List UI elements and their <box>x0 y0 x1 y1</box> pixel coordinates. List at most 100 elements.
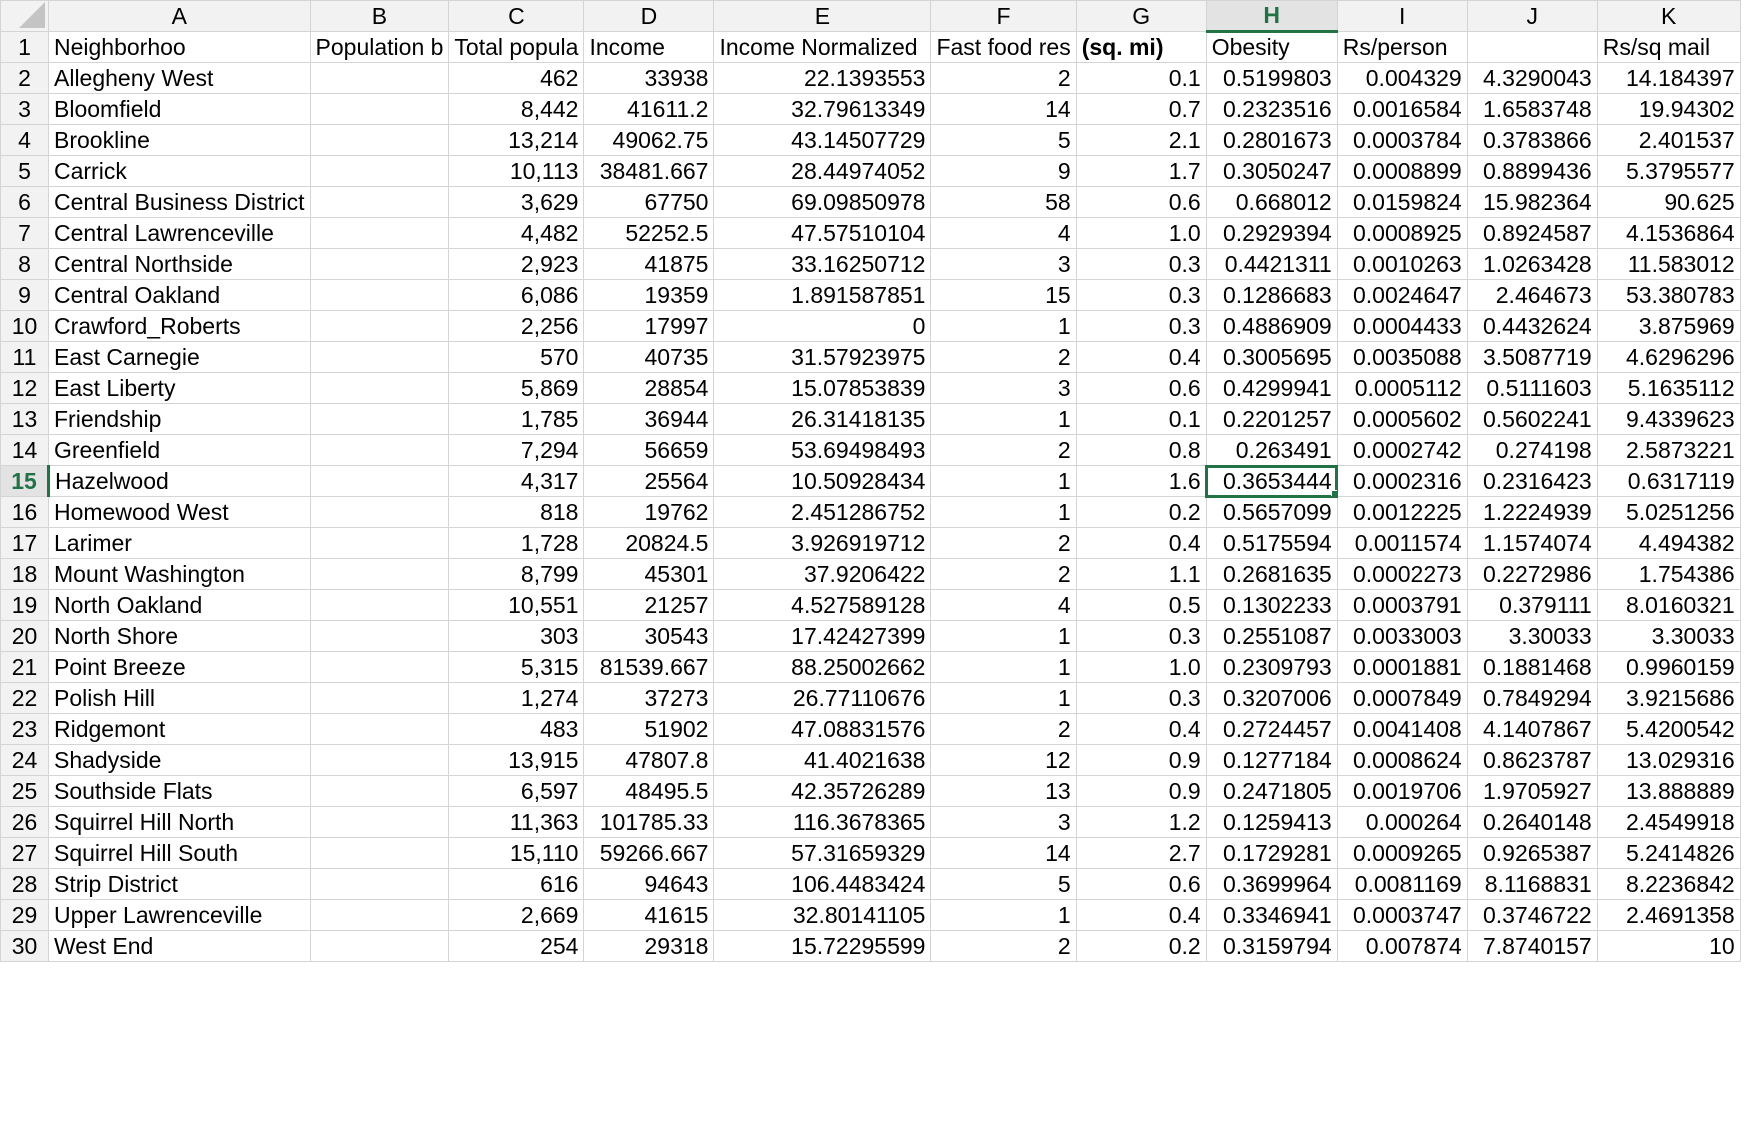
row-header-26[interactable]: 26 <box>0 806 49 838</box>
cell-b18[interactable] <box>310 558 450 590</box>
cell-k9[interactable]: 53.380783 <box>1596 279 1741 311</box>
cell-e11[interactable]: 31.57923975 <box>713 341 932 373</box>
cell-g2[interactable]: 0.1 <box>1075 62 1207 94</box>
cell-e20[interactable]: 17.42427399 <box>713 620 932 652</box>
cell-a11[interactable]: East Carnegie <box>48 341 311 373</box>
cell-b4[interactable] <box>309 124 450 156</box>
cell-k27[interactable]: 5.2414826 <box>1596 837 1741 869</box>
cell-i19[interactable]: 0.0003791 <box>1336 589 1468 621</box>
cell-e23[interactable]: 47.08831576 <box>713 713 932 745</box>
cell-i29[interactable]: 0.0003747 <box>1336 899 1468 931</box>
cell-d29[interactable]: 41615 <box>583 899 715 931</box>
cell-b5[interactable] <box>309 155 450 187</box>
cell-e17[interactable]: 3.926919712 <box>713 527 932 559</box>
cell-c4[interactable]: 13,214 <box>448 124 585 156</box>
cell-i4[interactable]: 0.0003784 <box>1336 124 1468 156</box>
cell-h10[interactable]: 0.4886909 <box>1205 310 1338 342</box>
cell-b17[interactable] <box>309 527 450 559</box>
cell-e8[interactable]: 33.16250712 <box>713 248 932 280</box>
cell-f8[interactable]: 3 <box>930 248 1077 280</box>
cell-f16[interactable]: 1 <box>930 496 1077 528</box>
cell-k3[interactable]: 19.94302 <box>1596 93 1741 125</box>
cell-a5[interactable]: Carrick <box>48 155 311 187</box>
cell-k10[interactable]: 3.875969 <box>1596 310 1741 342</box>
cell-i25[interactable]: 0.0019706 <box>1336 775 1468 807</box>
row-header-9[interactable]: 9 <box>0 279 49 311</box>
cell-a20[interactable]: North Shore <box>48 620 311 652</box>
cell-i27[interactable]: 0.0009265 <box>1336 837 1468 869</box>
cell-k16[interactable]: 5.0251256 <box>1596 496 1741 528</box>
cell-g10[interactable]: 0.3 <box>1075 310 1207 342</box>
cell-f24[interactable]: 12 <box>930 744 1077 776</box>
cell-a1[interactable]: Neighborhoo <box>48 31 311 63</box>
cell-i12[interactable]: 0.0005112 <box>1336 372 1468 404</box>
row-header-7[interactable]: 7 <box>0 217 49 249</box>
cell-e12[interactable]: 15.07853839 <box>713 372 932 404</box>
row-header-4[interactable]: 4 <box>0 124 49 156</box>
cell-d10[interactable]: 17997 <box>583 310 715 342</box>
cell-f22[interactable]: 1 <box>930 682 1077 714</box>
column-header-j[interactable]: J <box>1466 0 1598 32</box>
cell-c21[interactable]: 5,315 <box>448 651 585 683</box>
cell-d5[interactable]: 38481.667 <box>583 155 715 187</box>
cell-a14[interactable]: Greenfield <box>48 434 311 466</box>
row-header-30[interactable]: 30 <box>0 930 49 962</box>
cell-j10[interactable]: 0.4432624 <box>1466 310 1598 342</box>
cell-e29[interactable]: 32.80141105 <box>713 899 932 931</box>
cell-b15[interactable] <box>309 465 450 497</box>
cell-h27[interactable]: 0.1729281 <box>1205 837 1338 869</box>
cell-d8[interactable]: 41875 <box>583 248 715 280</box>
cell-h17[interactable]: 0.5175594 <box>1205 527 1338 559</box>
cell-g23[interactable]: 0.4 <box>1075 713 1207 745</box>
cell-b9[interactable] <box>310 279 450 311</box>
cell-h23[interactable]: 0.2724457 <box>1205 713 1338 745</box>
cell-b14[interactable] <box>309 434 450 466</box>
cell-j22[interactable]: 0.7849294 <box>1466 682 1598 714</box>
cell-e28[interactable]: 106.4483424 <box>713 868 932 900</box>
row-header-5[interactable]: 5 <box>0 155 49 187</box>
row-header-1[interactable]: 1 <box>0 31 49 63</box>
cell-g3[interactable]: 0.7 <box>1075 93 1207 125</box>
cell-g16[interactable]: 0.2 <box>1075 496 1207 528</box>
cell-e13[interactable]: 26.31418135 <box>713 403 932 435</box>
cell-k12[interactable]: 5.1635112 <box>1596 372 1741 404</box>
cell-d30[interactable]: 29318 <box>583 930 715 962</box>
cell-b10[interactable] <box>310 310 450 342</box>
cell-h14[interactable]: 0.263491 <box>1205 434 1338 466</box>
cell-f11[interactable]: 2 <box>930 341 1077 373</box>
row-header-28[interactable]: 28 <box>0 868 49 900</box>
cell-f20[interactable]: 1 <box>930 620 1077 652</box>
cell-e18[interactable]: 37.9206422 <box>713 558 932 590</box>
row-header-11[interactable]: 11 <box>0 341 49 373</box>
cell-k2[interactable]: 14.184397 <box>1596 62 1741 94</box>
cell-k14[interactable]: 2.5873221 <box>1596 434 1741 466</box>
cell-a26[interactable]: Squirrel Hill North <box>48 806 311 838</box>
column-header-f[interactable]: F <box>930 0 1077 32</box>
column-header-d[interactable]: D <box>583 0 715 32</box>
cell-b19[interactable] <box>309 589 450 621</box>
cell-b6[interactable] <box>310 186 450 218</box>
cell-i9[interactable]: 0.0024647 <box>1336 279 1468 311</box>
cell-i11[interactable]: 0.0035088 <box>1336 341 1468 373</box>
cell-d24[interactable]: 47807.8 <box>583 744 715 776</box>
cell-g14[interactable]: 0.8 <box>1075 434 1207 466</box>
cell-h6[interactable]: 0.668012 <box>1205 186 1338 218</box>
cell-h30[interactable]: 0.3159794 <box>1205 930 1338 962</box>
cell-f4[interactable]: 5 <box>930 124 1077 156</box>
cell-a8[interactable]: Central Northside <box>48 248 311 280</box>
cell-c3[interactable]: 8,442 <box>448 93 585 125</box>
cell-d16[interactable]: 19762 <box>583 496 715 528</box>
cell-f14[interactable]: 2 <box>930 434 1077 466</box>
cell-c24[interactable]: 13,915 <box>448 744 585 776</box>
cell-a9[interactable]: Central Oakland <box>48 279 311 311</box>
cell-b29[interactable] <box>310 899 450 931</box>
cell-c12[interactable]: 5,869 <box>448 372 585 404</box>
cell-a6[interactable]: Central Business District <box>48 186 311 218</box>
cell-c16[interactable]: 818 <box>448 496 585 528</box>
cell-i17[interactable]: 0.0011574 <box>1336 527 1468 559</box>
cell-b27[interactable] <box>310 837 450 869</box>
column-header-a[interactable]: A <box>48 0 311 32</box>
cell-i14[interactable]: 0.0002742 <box>1336 434 1468 466</box>
cell-a15[interactable]: Hazelwood <box>48 465 311 497</box>
cell-f21[interactable]: 1 <box>930 651 1077 683</box>
